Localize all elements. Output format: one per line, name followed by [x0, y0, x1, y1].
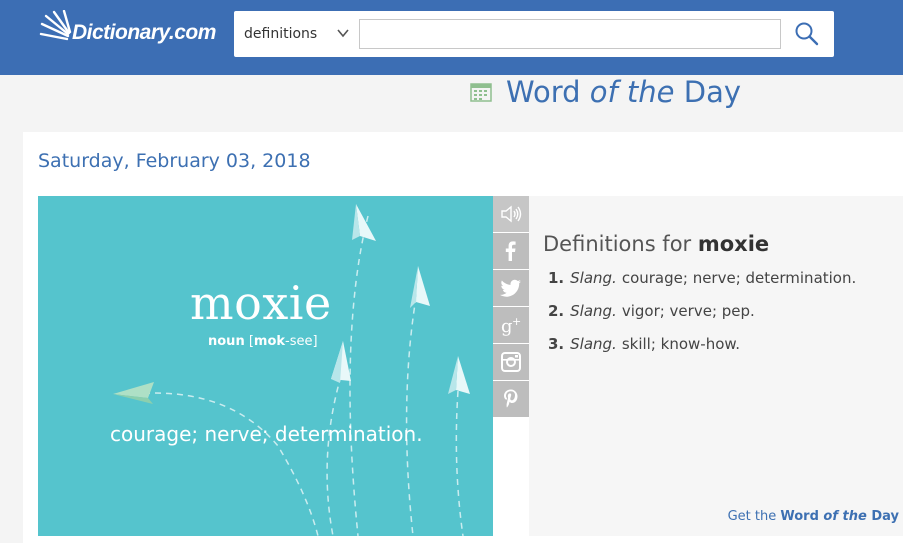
search-input[interactable]: [359, 19, 781, 49]
dictionary-logo[interactable]: Dictionary.com: [38, 10, 218, 54]
magnifier-icon: [795, 22, 819, 46]
image-word: moxie: [190, 276, 332, 330]
facebook-share-button[interactable]: [493, 233, 529, 269]
twitter-icon: [500, 279, 521, 297]
paper-planes-illustration: [113, 204, 470, 536]
entry-date: Saturday, February 03, 2018: [38, 150, 311, 172]
svg-text:g: g: [501, 316, 513, 336]
chevron-down-icon: [337, 29, 349, 38]
pinterest-icon: [504, 389, 518, 408]
instagram-icon: [501, 352, 521, 372]
search-category-select[interactable]: definitions: [234, 11, 358, 57]
wotd-title: Word of the Day: [506, 75, 742, 109]
definitions-heading: Definitions for moxie: [543, 232, 770, 256]
instagram-share-button[interactable]: [493, 344, 529, 380]
search-category-label: definitions: [244, 26, 318, 42]
word-image: moxie noun [mok-see] courage; nerve; det…: [38, 196, 493, 536]
definitions-list: 1. Slang. courage; nerve; determination. 2…: [548, 269, 856, 368]
image-pronunciation: noun [mok-see]: [208, 334, 318, 349]
svg-text:+: +: [512, 315, 521, 328]
definition-item: 3. Slang. skill; know-how.: [548, 335, 741, 353]
wotd-heading: Word of the Day: [470, 74, 741, 110]
calendar-icon: [470, 83, 492, 102]
logo-text: Dictionary.com: [72, 21, 216, 44]
definition-item: 1. Slang. courage; nerve; determination.: [548, 269, 857, 287]
google-plus-share-button[interactable]: g +: [493, 307, 529, 343]
facebook-icon: [505, 241, 516, 261]
definitions-panel: Definitions for moxie 1. Slang. courage; n…: [529, 196, 903, 536]
audio-button[interactable]: [493, 196, 529, 232]
search-box: definitions: [234, 11, 834, 57]
get-wotd-link[interactable]: Get the Word of the Day: [728, 509, 899, 524]
google-plus-icon: g +: [501, 315, 521, 336]
image-definition: courage; nerve; determination.: [110, 422, 423, 446]
site-header: Dictionary.com definitions: [0, 0, 903, 75]
search-button[interactable]: [787, 17, 827, 51]
share-bar: g +: [493, 196, 529, 417]
pinterest-share-button[interactable]: [493, 381, 529, 417]
definition-item: 2. Slang. vigor; verve; pep.: [548, 302, 755, 320]
speaker-icon: [501, 205, 522, 223]
twitter-share-button[interactable]: [493, 270, 529, 306]
